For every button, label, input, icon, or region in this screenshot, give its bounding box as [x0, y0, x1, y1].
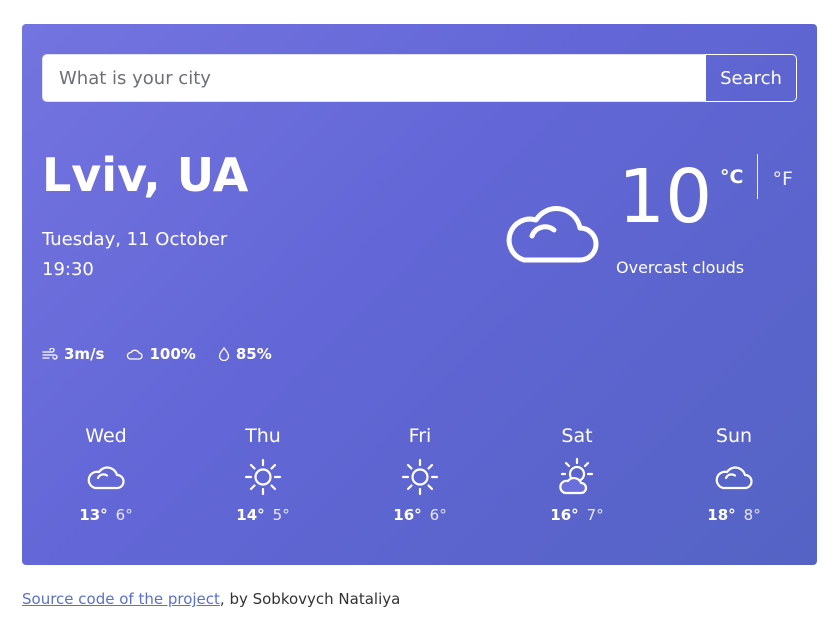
cloud-icon: [127, 349, 144, 360]
city-search-input[interactable]: [42, 54, 705, 102]
celsius-toggle[interactable]: °C: [720, 154, 757, 188]
cloud-icon: [664, 454, 804, 500]
clouds-value: 100%: [149, 345, 196, 363]
forecast-day-name: Thu: [245, 425, 281, 447]
cloud-icon: [502, 194, 602, 270]
fahrenheit-toggle[interactable]: °F: [758, 154, 792, 190]
droplet-icon: [218, 347, 229, 361]
forecast-temps: 14° 5°: [193, 506, 333, 524]
unit-switch: °C °F: [720, 154, 793, 199]
wind-value: 3m/s: [64, 345, 105, 363]
forecast-day-name: Fri: [408, 425, 432, 447]
sun-icon: [193, 454, 333, 500]
clouds-stat: 100%: [126, 345, 196, 363]
humidity-value: 85%: [235, 345, 272, 363]
forecast-day: Sun 18° 8°: [664, 422, 804, 524]
date-time: Tuesday, 11 October 19:30: [42, 225, 227, 285]
forecast-day: Sat 16° 7°: [507, 422, 647, 524]
current-temperature: 10: [618, 154, 713, 240]
partly-cloudy-icon: [507, 454, 647, 500]
source-code-link[interactable]: Source code of the project: [22, 590, 220, 608]
footer: Source code of the project, by Sobkovych…: [22, 590, 400, 608]
forecast-max-temp: 14°: [236, 506, 265, 524]
forecast-max-temp: 16°: [393, 506, 422, 524]
forecast-day-name: Wed: [85, 425, 127, 447]
forecast-temps: 13° 6°: [36, 506, 176, 524]
current-time: 19:30: [42, 259, 94, 280]
forecast-min-temp: 6°: [115, 506, 133, 524]
forecast-min-temp: 8°: [743, 506, 761, 524]
forecast-day: Thu 14° 5°: [193, 422, 333, 524]
cloud-icon: [36, 454, 176, 500]
forecast-list: Wed 13° 6° Thu 14° 5° Fri 16° 6° Sat 16°…: [22, 422, 817, 542]
humidity-stat: 85%: [218, 345, 272, 363]
search-button[interactable]: Search: [705, 54, 797, 102]
wind-stat: 3m/s: [42, 345, 104, 363]
weather-card: Search Lviv, UA Tuesday, 11 October 19:3…: [22, 24, 817, 565]
author-credit: , by Sobkovych Nataliya: [219, 590, 401, 608]
unit-divider: [757, 154, 759, 199]
forecast-day-name: Sat: [561, 425, 593, 447]
sun-icon: [350, 454, 490, 500]
weather-description: Overcast clouds: [616, 258, 745, 277]
forecast-day: Wed 13° 6°: [36, 422, 176, 524]
forecast-day: Fri 16° 6°: [350, 422, 490, 524]
wind-icon: [42, 348, 58, 360]
city-name: Lviv, UA: [42, 148, 249, 202]
forecast-max-temp: 16°: [550, 506, 579, 524]
forecast-min-temp: 7°: [586, 506, 604, 524]
forecast-temps: 18° 8°: [664, 506, 804, 524]
forecast-temps: 16° 6°: [350, 506, 490, 524]
forecast-min-temp: 5°: [272, 506, 290, 524]
forecast-temps: 16° 7°: [507, 506, 647, 524]
weather-stats: 3m/s 100% 85%: [42, 345, 294, 363]
search-form: Search: [42, 54, 797, 102]
forecast-max-temp: 18°: [707, 506, 736, 524]
current-date: Tuesday, 11 October: [42, 229, 228, 250]
forecast-min-temp: 6°: [429, 506, 447, 524]
forecast-day-name: Sun: [715, 425, 753, 447]
forecast-max-temp: 13°: [79, 506, 108, 524]
